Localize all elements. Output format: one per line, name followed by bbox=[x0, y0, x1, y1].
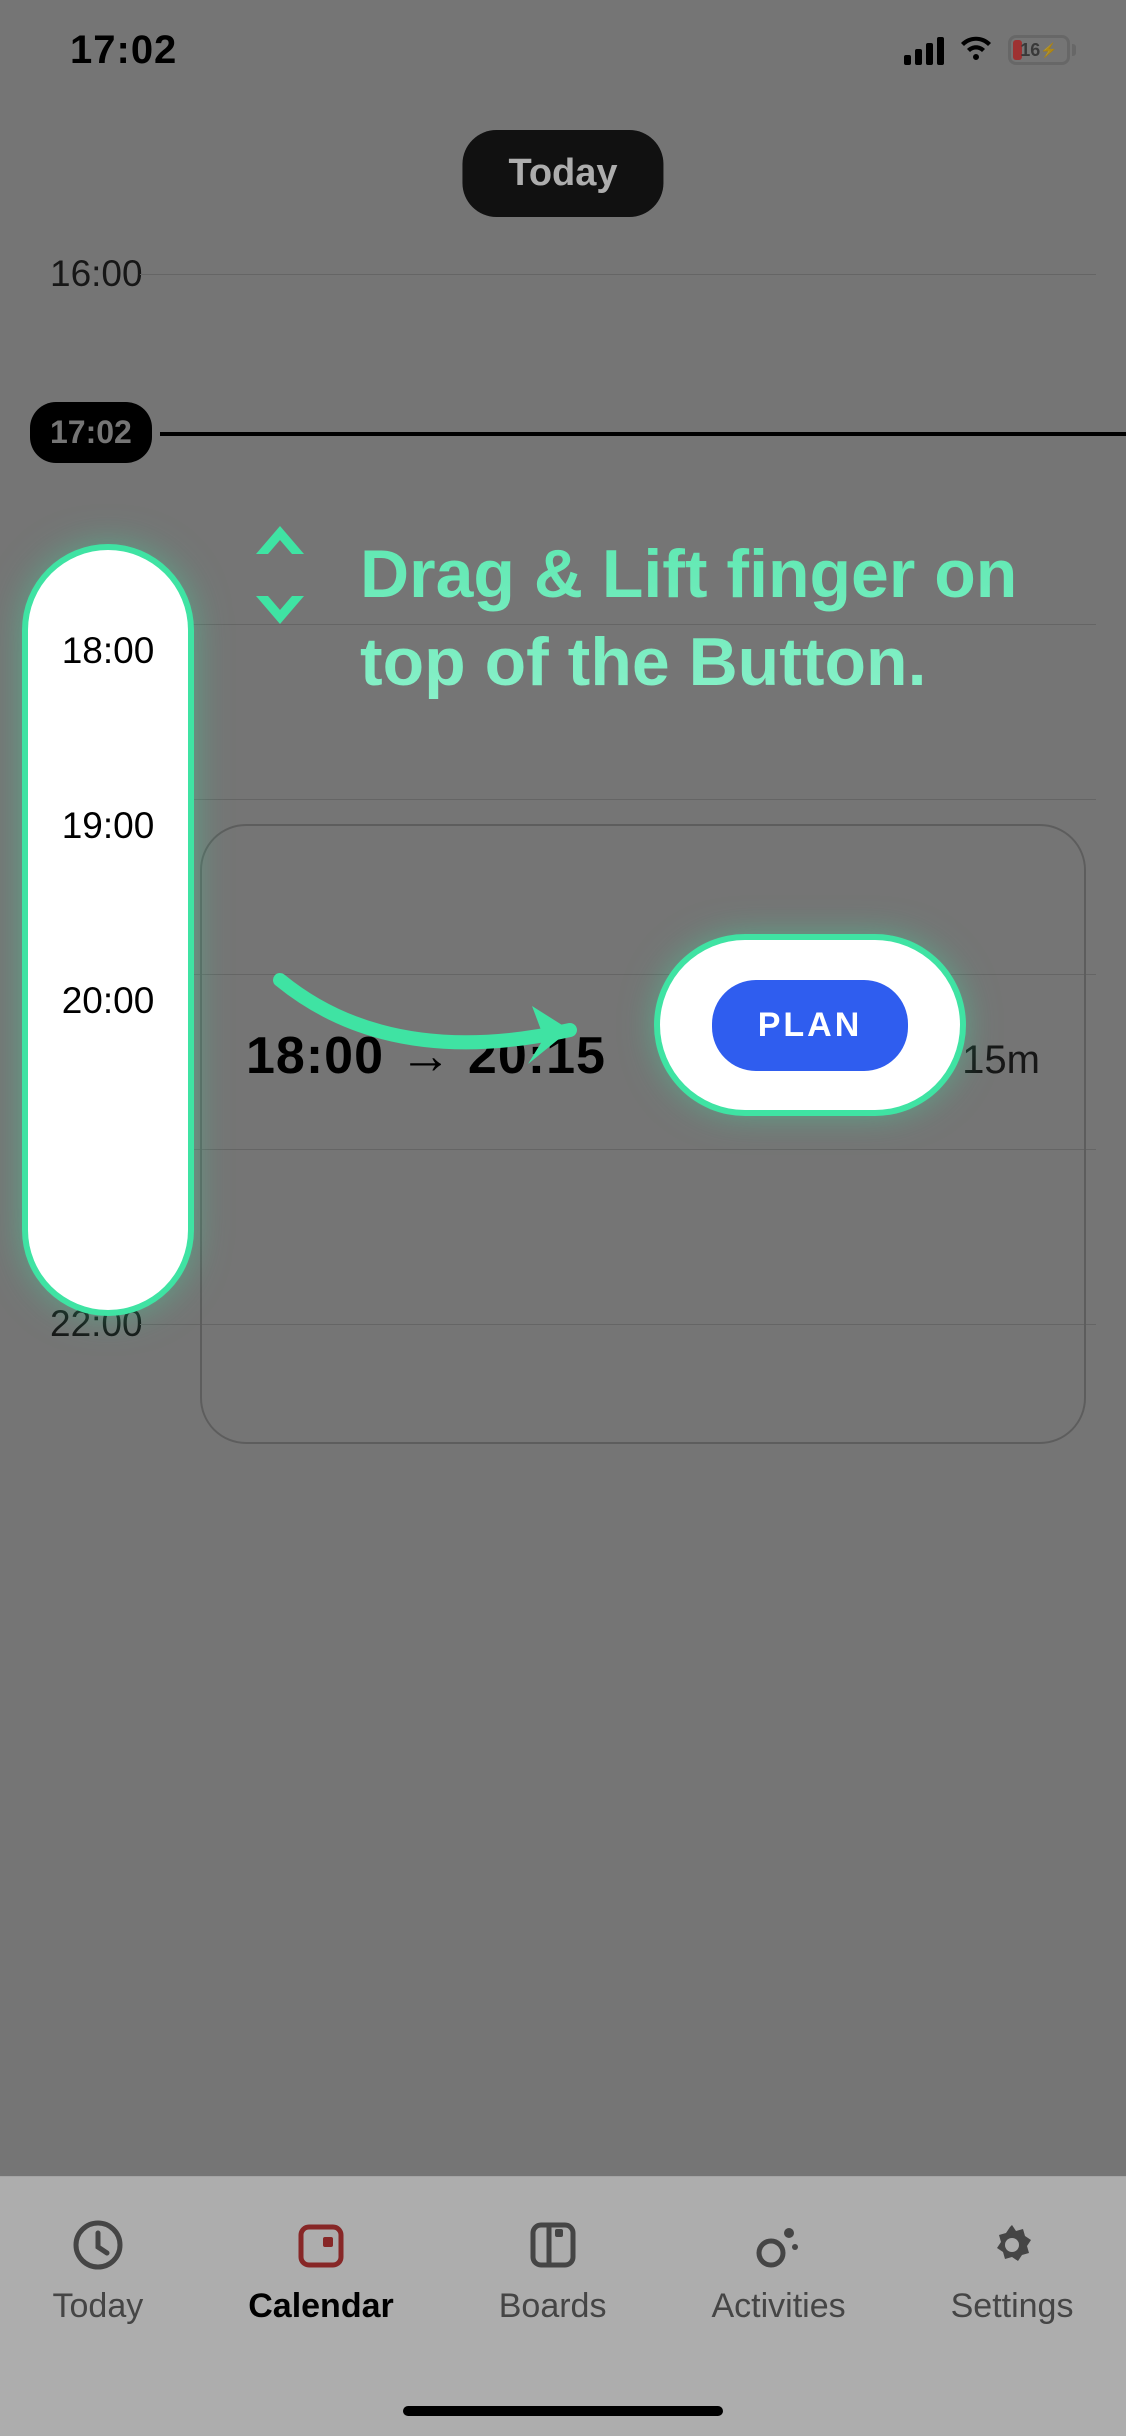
charging-bolt-icon: ⚡ bbox=[1040, 42, 1057, 59]
tab-boards[interactable]: Boards bbox=[499, 2217, 607, 2326]
calendar-icon bbox=[293, 2217, 349, 2273]
wifi-icon bbox=[958, 36, 994, 64]
status-time: 17:02 bbox=[70, 28, 177, 73]
app-screen: 16:00 18:00 19:00 20:00 21:00 22:00 17:0… bbox=[0, 0, 1126, 2436]
time-selection-handle[interactable]: 18:00 19:00 20:00 bbox=[28, 550, 188, 1310]
tab-activities[interactable]: Activities bbox=[711, 2217, 845, 2326]
battery-percent: 16 bbox=[1020, 40, 1040, 61]
plan-button[interactable]: PLAN bbox=[712, 980, 909, 1071]
plan-button-highlight: PLAN bbox=[660, 940, 960, 1110]
boards-icon bbox=[525, 2217, 581, 2273]
tab-label: Calendar bbox=[248, 2287, 394, 2326]
tab-settings[interactable]: Settings bbox=[951, 2217, 1074, 2326]
select-hour-label: 18:00 bbox=[28, 630, 188, 672]
tutorial-arrow-icon bbox=[270, 960, 620, 1080]
hour-line bbox=[140, 274, 1096, 275]
hour-row: 16:00 bbox=[0, 274, 1126, 275]
gear-icon bbox=[984, 2217, 1040, 2273]
event-card[interactable]: 18:00 → 20:15 2h 15m bbox=[200, 824, 1086, 1444]
home-indicator[interactable] bbox=[403, 2406, 723, 2416]
hour-label: 22:00 bbox=[50, 1303, 143, 1345]
tab-label: Boards bbox=[499, 2287, 607, 2326]
tab-bar: Today Calendar Boards Activities Setting… bbox=[0, 2176, 1126, 2436]
select-hour-label: 19:00 bbox=[28, 805, 188, 847]
clock-icon bbox=[70, 2217, 126, 2273]
now-time-badge: 17:02 bbox=[30, 402, 152, 463]
tutorial-hint-text: Drag & Lift finger on top of the Button. bbox=[360, 530, 1066, 707]
now-line bbox=[160, 432, 1126, 436]
select-hour-label: 20:00 bbox=[28, 980, 188, 1022]
tab-today[interactable]: Today bbox=[53, 2217, 144, 2326]
today-pill[interactable]: Today bbox=[462, 130, 663, 217]
activities-icon bbox=[751, 2217, 807, 2273]
drag-vertical-icon bbox=[240, 520, 320, 630]
hour-line bbox=[140, 799, 1096, 800]
cellular-signal-icon bbox=[904, 35, 944, 65]
tab-label: Today bbox=[53, 2287, 144, 2326]
tab-label: Activities bbox=[711, 2287, 845, 2326]
hour-label: 16:00 bbox=[50, 253, 143, 295]
tab-label: Settings bbox=[951, 2287, 1074, 2326]
battery-icon: 16⚡ bbox=[1008, 35, 1076, 65]
tab-calendar[interactable]: Calendar bbox=[248, 2217, 394, 2326]
status-icons: 16⚡ bbox=[904, 35, 1076, 65]
status-bar: 17:02 16⚡ bbox=[0, 0, 1126, 100]
